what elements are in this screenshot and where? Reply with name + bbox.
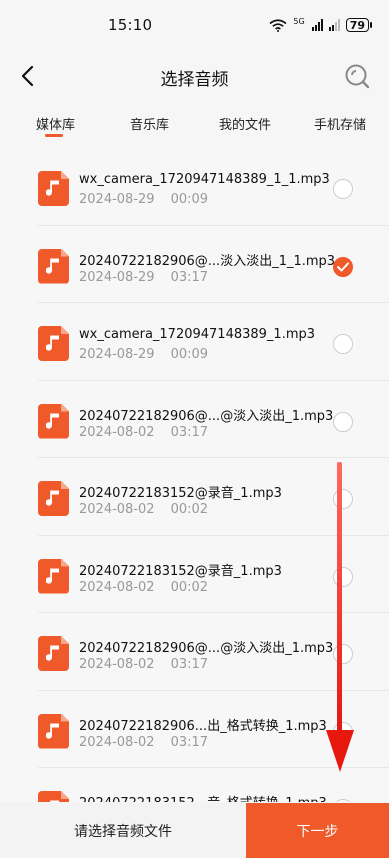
radio-button[interactable] (333, 334, 353, 354)
file-duration: 00:09 (170, 192, 209, 207)
tab-phone-storage[interactable]: 手机存储 (314, 114, 366, 133)
file-date: 2024-08-02 (79, 734, 155, 750)
audio-file-list[interactable]: wx_camera_1720947148389_1_1.mp3 2024-08-2… (0, 148, 389, 802)
audio-file-icon (38, 481, 69, 516)
tab-music-library[interactable]: 音乐库 (130, 114, 169, 133)
file-meta: 2024-08-29 03:17 (79, 270, 208, 285)
file-name: 20240722182906@...淡入淡出_1_1.mp3 (79, 253, 336, 269)
file-date: 2024-08-02 (79, 502, 155, 517)
bottom-bar: 请选择音频文件 下一步 (0, 803, 389, 858)
audio-file-icon (38, 403, 69, 439)
radio-button[interactable] (333, 566, 353, 587)
file-meta: 2024-08-29 00:09 (79, 347, 208, 362)
radio-button[interactable] (333, 179, 353, 199)
file-name: wx_camera_1720947148389_1_1.mp3 (79, 172, 330, 187)
tab-bar: 媒体库 音乐库 我的文件 手机存储 (0, 104, 389, 148)
annotation-arrow-line (337, 462, 342, 737)
file-duration: 03:17 (170, 424, 209, 440)
file-date: 2024-08-29 (79, 347, 155, 362)
wifi-icon (269, 19, 287, 32)
file-duration: 03:17 (170, 657, 209, 672)
list-item[interactable]: wx_camera_1720947148389_1_1.mp3 2024-08-2… (0, 148, 389, 226)
audio-file-icon (38, 171, 69, 206)
status-time: 15:10 (108, 16, 153, 34)
list-item[interactable]: 20240722183152...音_格式转换_1.mp3 (0, 768, 389, 802)
list-item[interactable]: 20240722182906@...淡入淡出_1_1.mp3 2024-08-29… (0, 226, 389, 303)
file-date: 2024-08-02 (79, 579, 155, 595)
header: 选择音频 (0, 50, 389, 104)
select-hint: 请选择音频文件 (0, 803, 246, 858)
file-meta: 2024-08-29 00:09 (79, 192, 208, 207)
file-name: 20240722182906@...@淡入淡出_1.mp3 (79, 641, 334, 656)
page-title: 选择音频 (160, 69, 229, 90)
file-meta: 2024-08-02 03:17 (79, 425, 208, 440)
checked-radio-icon[interactable] (333, 256, 353, 277)
audio-file-icon (38, 791, 69, 802)
tab-active-indicator (45, 134, 63, 137)
audio-file-icon (38, 636, 69, 671)
file-duration: 03:17 (170, 734, 209, 750)
file-duration: 00:09 (170, 347, 209, 362)
file-date: 2024-08-29 (79, 192, 155, 207)
annotation-arrow-head (326, 730, 354, 772)
file-name: 20240722183152...音_格式转换_1.mp3 (79, 792, 327, 802)
status-bar: 15:10 5G 79 (0, 0, 389, 50)
back-arrow-icon[interactable] (18, 65, 40, 87)
list-item[interactable]: 20240722183152@录音_1.mp3 2024-08-02 00:02 (0, 458, 389, 536)
network-type: 5G (293, 17, 305, 26)
audio-file-icon (38, 558, 69, 594)
audio-file-icon (38, 713, 69, 749)
file-name: 20240722182906@...@淡入淡出_1.mp3 (79, 408, 334, 424)
list-item[interactable]: 20240722182906@...@淡入淡出_1.mp3 2024-08-02 0… (0, 381, 389, 458)
file-duration: 00:02 (170, 579, 209, 595)
tab-media-library[interactable]: 媒体库 (36, 114, 75, 133)
file-name: 20240722183152@录音_1.mp3 (79, 563, 282, 579)
radio-button[interactable] (333, 411, 353, 432)
signal-icon (311, 19, 323, 31)
battery-icon: 79 (345, 18, 373, 32)
next-button[interactable]: 下一步 (246, 803, 389, 858)
search-icon[interactable] (344, 63, 370, 89)
file-meta: 2024-08-02 00:02 (79, 502, 208, 517)
file-duration: 00:02 (170, 502, 209, 517)
list-item[interactable]: wx_camera_1720947148389_1.mp3 2024-08-29 0… (0, 303, 389, 381)
status-icons: 5G 79 (269, 17, 373, 32)
audio-file-icon (38, 248, 69, 284)
file-name: 20240722182906...出_格式转换_1.mp3 (79, 718, 327, 734)
file-name: 20240722183152@录音_1.mp3 (79, 486, 282, 501)
file-name: wx_camera_1720947148389_1.mp3 (79, 327, 316, 342)
signal-2-icon (328, 19, 340, 31)
file-meta: 2024-08-02 00:02 (79, 580, 208, 595)
audio-file-icon (38, 326, 69, 361)
list-item[interactable]: 20240722183152@录音_1.mp3 2024-08-02 00:02 (0, 536, 389, 613)
file-date: 2024-08-02 (79, 657, 155, 672)
file-date: 2024-08-02 (79, 424, 155, 440)
file-meta: 2024-08-02 03:17 (79, 657, 208, 672)
list-item[interactable]: 20240722182906@...@淡入淡出_1.mp3 2024-08-02 0… (0, 613, 389, 691)
file-duration: 03:17 (170, 269, 209, 285)
tab-my-files[interactable]: 我的文件 (219, 114, 271, 133)
file-date: 2024-08-29 (79, 269, 155, 285)
radio-button[interactable] (333, 644, 353, 664)
radio-button[interactable] (333, 489, 353, 509)
radio-button[interactable] (333, 799, 353, 802)
file-meta: 2024-08-02 03:17 (79, 735, 208, 750)
